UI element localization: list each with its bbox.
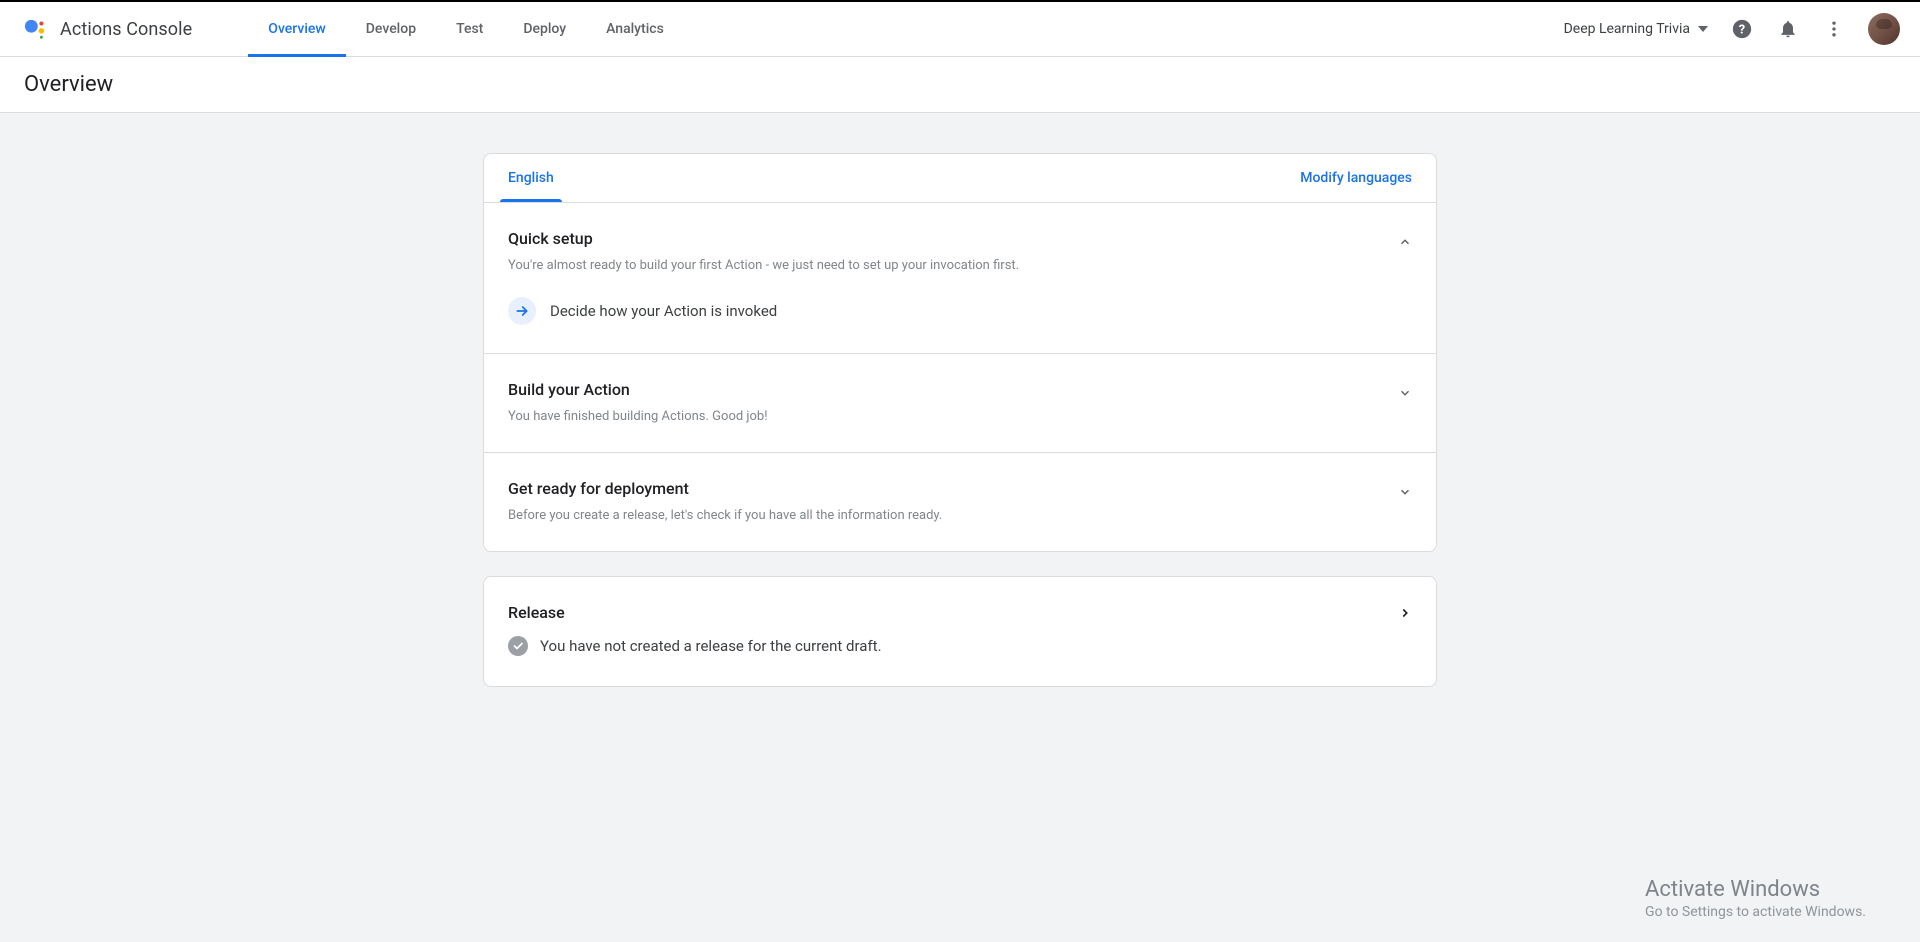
tab-overview[interactable]: Overview bbox=[248, 2, 345, 56]
section-subtitle: You're almost ready to build your first … bbox=[508, 258, 1398, 273]
step-label: Decide how your Action is invoked bbox=[550, 302, 777, 320]
check-circle-icon bbox=[508, 636, 528, 656]
language-tab-english[interactable]: English bbox=[508, 154, 554, 202]
release-message: You have not created a release for the c… bbox=[540, 637, 882, 655]
modify-languages-link[interactable]: Modify languages bbox=[1300, 170, 1412, 186]
user-avatar[interactable] bbox=[1868, 13, 1900, 45]
page-subheader: Overview bbox=[0, 57, 1920, 113]
chevron-down-icon bbox=[1398, 485, 1412, 499]
top-navigation-bar: Actions Console Overview Develop Test De… bbox=[0, 0, 1920, 57]
section-quick-setup[interactable]: Quick setup You're almost ready to build… bbox=[484, 203, 1436, 354]
tab-develop[interactable]: Develop bbox=[346, 2, 436, 56]
chevron-right-icon bbox=[1398, 606, 1412, 620]
tab-deploy[interactable]: Deploy bbox=[503, 2, 586, 56]
help-icon[interactable]: ? bbox=[1730, 17, 1754, 41]
section-deployment[interactable]: Get ready for deployment Before you crea… bbox=[484, 453, 1436, 551]
release-card[interactable]: Release You have not created a release f… bbox=[483, 576, 1437, 687]
caret-down-icon bbox=[1698, 26, 1708, 32]
section-build-action[interactable]: Build your Action You have finished buil… bbox=[484, 354, 1436, 453]
chevron-up-icon bbox=[1398, 235, 1412, 249]
project-name: Deep Learning Trivia bbox=[1564, 21, 1690, 37]
section-title: Get ready for deployment bbox=[508, 479, 1398, 498]
project-selector[interactable]: Deep Learning Trivia bbox=[1564, 21, 1708, 37]
arrow-right-circle-icon bbox=[508, 297, 536, 325]
section-subtitle: You have finished building Actions. Good… bbox=[508, 409, 1398, 424]
invocation-step-link[interactable]: Decide how your Action is invoked bbox=[508, 297, 1412, 325]
topbar-right-cluster: Deep Learning Trivia ? bbox=[1564, 13, 1900, 45]
tab-analytics[interactable]: Analytics bbox=[586, 2, 684, 56]
chevron-down-icon bbox=[1398, 386, 1412, 400]
app-title: Actions Console bbox=[60, 19, 192, 40]
release-title: Release bbox=[508, 603, 1398, 622]
main-tabs: Overview Develop Test Deploy Analytics bbox=[248, 2, 683, 56]
section-title: Build your Action bbox=[508, 380, 1398, 399]
notifications-bell-icon[interactable] bbox=[1776, 17, 1800, 41]
tab-test[interactable]: Test bbox=[436, 2, 503, 56]
brand-block: Actions Console bbox=[24, 18, 192, 40]
section-title: Quick setup bbox=[508, 229, 1398, 248]
page-title: Overview bbox=[24, 72, 113, 97]
svg-text:?: ? bbox=[1739, 23, 1745, 38]
more-vert-icon[interactable] bbox=[1822, 17, 1846, 41]
overview-panel: English Modify languages Quick setup You… bbox=[483, 153, 1437, 552]
google-assistant-logo-icon bbox=[24, 18, 46, 40]
main-scroll-area[interactable]: English Modify languages Quick setup You… bbox=[0, 113, 1920, 942]
language-bar: English Modify languages bbox=[484, 154, 1436, 203]
section-subtitle: Before you create a release, let's check… bbox=[508, 508, 1398, 523]
